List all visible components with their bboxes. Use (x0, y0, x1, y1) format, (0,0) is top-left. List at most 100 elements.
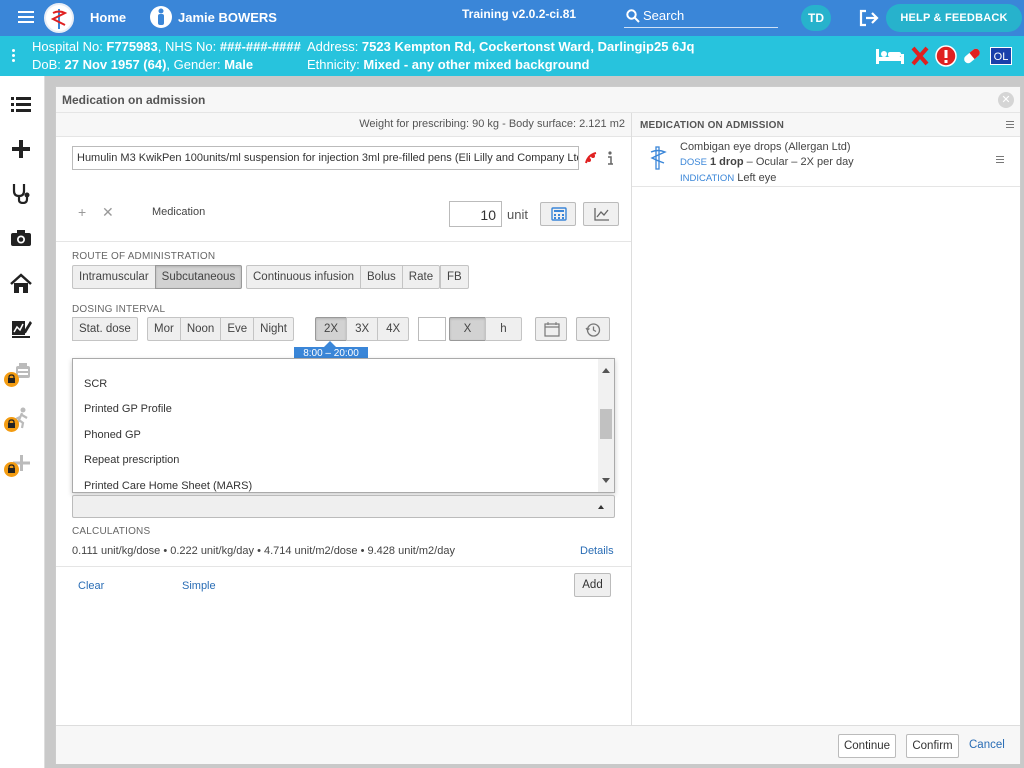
interval-times[interactable]: X (449, 317, 486, 341)
frequency-group: 2X 3X 4X (315, 317, 410, 341)
route-label: ROUTE OF ADMINISTRATION (72, 251, 216, 262)
route-group: Intramuscular Subcutaneous (72, 265, 243, 289)
ol-badge[interactable]: OL (990, 47, 1012, 65)
more-options-icon[interactable] (12, 49, 16, 64)
list-icon[interactable] (10, 94, 36, 120)
prescribing-pane: Weight for prescribing: 90 kg - Body sur… (56, 113, 631, 725)
lock-icon (4, 417, 19, 432)
app-logo[interactable] (44, 3, 74, 33)
route-intramuscular[interactable]: Intramuscular (72, 265, 156, 289)
pills-locked-icon[interactable] (4, 362, 36, 388)
medication-modal: Medication on admission ✕ Weight for pre… (55, 86, 1021, 764)
info-icon[interactable] (605, 150, 615, 169)
admission-list-pane: MEDICATION ON ADMISSION Combigan eye dro… (631, 113, 1020, 725)
lock-icon (4, 372, 19, 387)
time-morning[interactable]: Mor (147, 317, 181, 341)
stethoscope-icon[interactable] (10, 182, 36, 208)
continuous-infusion-button[interactable]: Continuous infusion (246, 265, 362, 289)
freq-3x[interactable]: 3X (346, 317, 379, 341)
medication-label: Medication (152, 206, 206, 218)
route-subcutaneous[interactable]: Subcutaneous (154, 265, 243, 289)
source-select[interactable] (72, 495, 615, 518)
logout-icon[interactable] (859, 9, 879, 30)
chart-edit-icon[interactable] (10, 317, 36, 343)
left-navigation (0, 76, 45, 768)
fb-group: FB (440, 265, 469, 289)
source-dropdown-list[interactable]: SCR Printed GP Profile Phoned GP Repeat … (72, 358, 615, 493)
allergy-cross-icon[interactable] (911, 46, 929, 69)
calculations-label: CALCULATIONS (72, 526, 151, 537)
scrollbar-thumb[interactable] (600, 409, 612, 439)
rate-button[interactable]: Rate (401, 265, 441, 289)
home-link[interactable]: Home (90, 10, 126, 25)
caret-up-icon (598, 505, 604, 509)
history-button[interactable] (576, 317, 610, 341)
add-button[interactable]: Add (574, 573, 611, 597)
trend-chart-button[interactable] (583, 202, 619, 226)
fb-button[interactable]: FB (440, 265, 469, 289)
stat-group: Stat. dose (72, 317, 138, 341)
dropdown-option-scr[interactable]: SCR (84, 378, 107, 390)
admission-list-header: MEDICATION ON ADMISSION (632, 113, 1020, 137)
time-evening[interactable]: Eve (220, 317, 255, 341)
scroll-down-icon[interactable] (602, 478, 610, 483)
banner-address: Address: 7523 Kempton Rd, Cockertonst Wa… (307, 39, 695, 54)
time-night[interactable]: Night (253, 317, 294, 341)
red-link-icon[interactable] (584, 151, 598, 168)
search-input[interactable]: Search (624, 6, 778, 28)
bolus-button[interactable]: Bolus (360, 265, 403, 289)
dropdown-option-repeat-prescription[interactable]: Repeat prescription (84, 454, 179, 466)
freq-4x[interactable]: 4X (377, 317, 410, 341)
banner-ethnicity: Ethnicity: Mixed - any other mixed backg… (307, 57, 590, 72)
walking-locked-icon[interactable] (4, 407, 36, 433)
simple-link[interactable]: Simple (182, 580, 216, 592)
calculator-button[interactable] (540, 202, 576, 226)
medication-input[interactable]: Humulin M3 KwikPen 100units/ml suspensio… (72, 146, 579, 170)
plus-icon[interactable] (10, 138, 36, 164)
custom-frequency-input[interactable] (418, 317, 446, 341)
interval-unit-group: X h (449, 317, 522, 341)
home-icon[interactable] (10, 273, 36, 299)
help-feedback-button[interactable]: HELP & FEEDBACK (886, 4, 1022, 32)
alert-icon[interactable] (935, 45, 957, 70)
interval-hours[interactable]: h (485, 317, 522, 341)
confirm-button[interactable]: Confirm (906, 734, 959, 758)
scroll-up-icon[interactable] (602, 368, 610, 373)
plus-locked-icon[interactable] (4, 452, 36, 478)
entry-menu-icon[interactable] (996, 156, 1004, 165)
admission-med-name: Combigan eye drops (Allergan Ltd) (680, 141, 851, 153)
patient-icon (150, 6, 172, 28)
continue-button[interactable]: Continue (838, 734, 896, 758)
admission-med-indication: INDICATION Left eye (680, 172, 777, 184)
dropdown-option-printed-gp-profile[interactable]: Printed GP Profile (84, 403, 172, 415)
bed-icon[interactable] (875, 46, 905, 69)
stat-dose-button[interactable]: Stat. dose (72, 317, 138, 341)
remove-line-icon[interactable]: ✕ (102, 204, 114, 221)
clear-link[interactable]: Clear (78, 580, 104, 592)
menu-icon[interactable] (18, 11, 34, 25)
dose-unit: unit (507, 207, 528, 222)
calendar-button[interactable] (535, 317, 567, 341)
time-noon[interactable]: Noon (179, 317, 222, 341)
add-line-icon[interactable]: + (78, 204, 86, 220)
user-avatar[interactable]: TD (801, 5, 831, 31)
search-icon (626, 9, 640, 23)
list-menu-icon[interactable] (1006, 121, 1014, 130)
cancel-link[interactable]: Cancel (969, 739, 1005, 751)
calculations-text: 0.111 unit/kg/dose • 0.222 unit/kg/day •… (72, 545, 455, 557)
list-item[interactable]: Combigan eye drops (Allergan Ltd) DOSE 1… (632, 137, 1020, 187)
time-of-day-group: Mor Noon Eve Night (147, 317, 294, 341)
lock-icon (4, 462, 19, 477)
dropdown-scrollbar[interactable] (598, 359, 614, 492)
search-label: Search (643, 8, 685, 23)
close-icon[interactable]: ✕ (998, 92, 1014, 108)
medication-pill-icon[interactable] (961, 46, 983, 69)
banner-ids: Hospital No: F775983, NHS No: ###-###-##… (32, 39, 301, 54)
camera-icon[interactable] (10, 228, 36, 254)
patient-name[interactable]: Jamie BOWERS (178, 10, 277, 25)
freq-2x[interactable]: 2X (315, 317, 348, 341)
details-link[interactable]: Details (580, 545, 614, 557)
dropdown-option-phoned-gp[interactable]: Phoned GP (84, 429, 141, 441)
dropdown-option-printed-care-home-sheet[interactable]: Printed Care Home Sheet (MARS) (84, 480, 252, 492)
dose-input[interactable]: 10 (449, 201, 502, 227)
